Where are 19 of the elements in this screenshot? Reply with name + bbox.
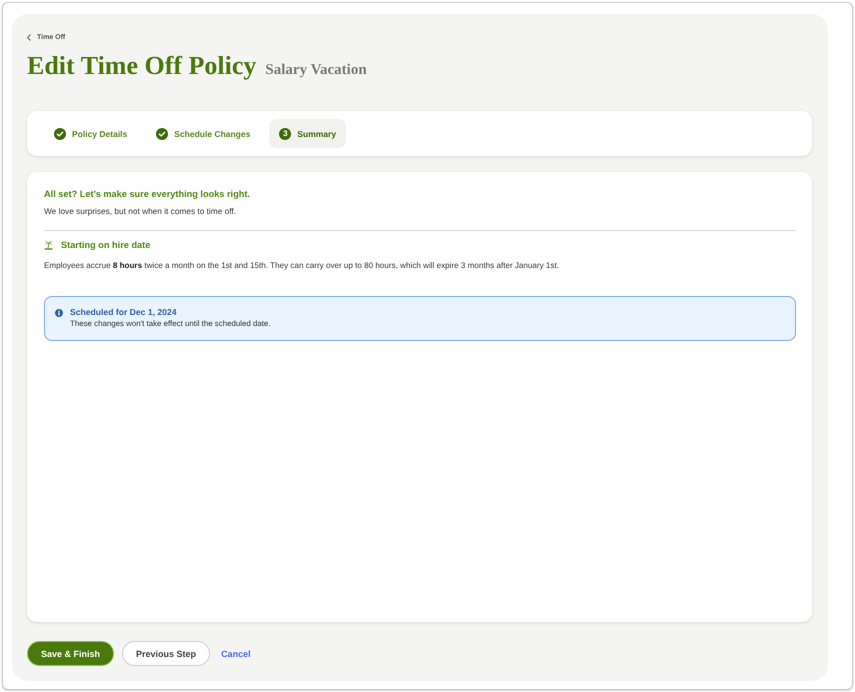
step-number-badge: 3 bbox=[279, 128, 292, 140]
cancel-link[interactable]: Cancel bbox=[219, 641, 253, 666]
chevron-left-icon bbox=[27, 34, 31, 40]
summary-subheading: We love surprises, but not when it comes to time off. bbox=[44, 205, 236, 217]
info-icon bbox=[55, 308, 63, 316]
check-circle-icon bbox=[156, 128, 168, 140]
section-text: Employees accrue 8 hours twice a month on the 1st and 15th. They can carry over up to 80 hours, which will expire 3 months after January 1st. bbox=[44, 260, 559, 272]
step-tab[interactable]: Policy Details bbox=[44, 119, 138, 148]
step-tab[interactable]: Schedule Changes bbox=[146, 119, 260, 148]
summary-heading: All set? Let’s make sure everything looks right. bbox=[44, 188, 250, 200]
page-subtitle: Salary Vacation bbox=[265, 62, 367, 79]
palm-tree-icon bbox=[44, 240, 53, 250]
check-circle-icon bbox=[54, 128, 66, 140]
save-button[interactable]: Save & Finish bbox=[27, 641, 114, 666]
previous-button[interactable]: Previous Step bbox=[122, 641, 210, 666]
page-title: Edit Time Off Policy bbox=[27, 51, 256, 81]
notice-title: Scheduled for Dec 1, 2024 bbox=[70, 307, 178, 318]
step-tab[interactable]: 3 Summary bbox=[269, 119, 346, 148]
section-title: Starting on hire date bbox=[61, 240, 150, 250]
